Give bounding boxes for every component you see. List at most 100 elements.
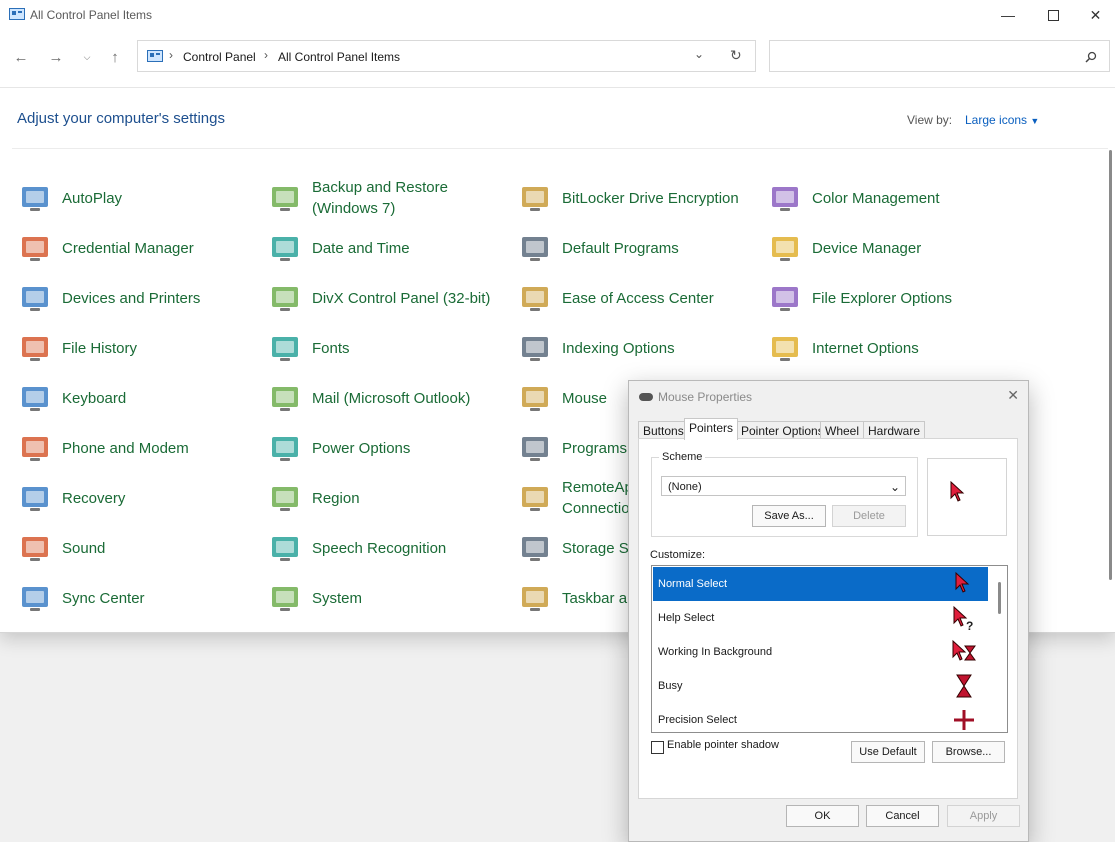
cp-item-label: Mouse bbox=[562, 389, 608, 407]
address-dropdown-icon[interactable]: ⌄ bbox=[694, 47, 704, 61]
cp-item-label: Region bbox=[312, 489, 360, 507]
cp-item-mouse[interactable]: Mouse bbox=[518, 378, 607, 418]
maximize-button[interactable] bbox=[1031, 0, 1075, 30]
cp-item-label: BitLocker Drive Encryption bbox=[562, 189, 739, 207]
cp-item-divx-control-panel-32-bit[interactable]: DivX Control Panel (32-bit) bbox=[268, 278, 490, 318]
cp-item-indexing-options[interactable]: Indexing Options bbox=[518, 328, 675, 368]
cp-item-devices-and-printers[interactable]: Devices and Printers bbox=[18, 278, 200, 318]
cp-item-fonts[interactable]: Fonts bbox=[268, 328, 350, 368]
cp-item-file-explorer-options[interactable]: File Explorer Options bbox=[768, 278, 952, 318]
arrow-left-icon: ← bbox=[13, 48, 29, 66]
list-item-help-select[interactable]: Help Select ? bbox=[653, 601, 988, 635]
list-item-precision-select[interactable]: Precision Select bbox=[653, 703, 988, 732]
enable-pointer-shadow-checkbox[interactable] bbox=[651, 741, 664, 754]
recent-locations-button[interactable]: ⌵ bbox=[77, 47, 97, 67]
browse-button[interactable]: Browse... bbox=[932, 741, 1005, 763]
cp-item-label: Backup and Restore (Windows 7) bbox=[312, 179, 448, 217]
pointer-preview bbox=[927, 458, 1007, 536]
scrollbar-thumb[interactable] bbox=[1109, 150, 1112, 580]
storage-icon bbox=[522, 537, 548, 561]
cp-item-sound[interactable]: Sound bbox=[18, 528, 105, 568]
cp-item-taskbar-ar[interactable]: Taskbar ar bbox=[518, 578, 632, 618]
forward-button[interactable]: → bbox=[46, 47, 66, 67]
dialog-close-icon[interactable]: ✕ bbox=[1007, 387, 1019, 404]
search-box[interactable] bbox=[769, 40, 1110, 72]
cp-item-programs[interactable]: Programs bbox=[518, 428, 627, 468]
cp-item-region[interactable]: Region bbox=[268, 478, 360, 518]
breadcrumb-all-items[interactable]: All Control Panel Items bbox=[278, 50, 400, 64]
arrow-cursor-icon bbox=[950, 481, 965, 502]
cp-item-label: Sync Center bbox=[62, 589, 145, 607]
scheme-label: Scheme bbox=[659, 451, 706, 463]
list-item-label: Working In Background bbox=[658, 646, 773, 658]
printer-icon bbox=[22, 287, 48, 311]
close-button[interactable]: ✕ bbox=[1076, 0, 1115, 30]
crosshair-icon bbox=[954, 710, 974, 730]
cp-item-bitlocker-drive-encryption[interactable]: BitLocker Drive Encryption bbox=[518, 178, 739, 218]
cp-item-mail-microsoft-outlook[interactable]: Mail (Microsoft Outlook) bbox=[268, 378, 470, 418]
cp-item-credential-manager[interactable]: Credential Manager bbox=[18, 228, 194, 268]
vertical-scrollbar[interactable] bbox=[1107, 150, 1115, 580]
refresh-icon[interactable]: ↻ bbox=[730, 47, 742, 64]
delete-button[interactable]: Delete bbox=[832, 505, 906, 527]
cp-item-system[interactable]: System bbox=[268, 578, 362, 618]
cp-item-storage-s[interactable]: Storage S bbox=[518, 528, 629, 568]
cp-item-sync-center[interactable]: Sync Center bbox=[18, 578, 145, 618]
ok-button[interactable]: OK bbox=[786, 805, 859, 827]
indexing-icon bbox=[522, 337, 548, 361]
apply-button[interactable]: Apply bbox=[947, 805, 1020, 827]
sync-icon bbox=[22, 587, 48, 611]
cp-item-device-manager[interactable]: Device Manager bbox=[768, 228, 921, 268]
pointer-list[interactable]: Normal Select Help Select ? Working In B… bbox=[651, 565, 1008, 733]
address-bar[interactable]: › Control Panel › All Control Panel Item… bbox=[137, 40, 756, 72]
folder-options-icon bbox=[772, 287, 798, 311]
cp-item-file-history[interactable]: File History bbox=[18, 328, 137, 368]
scheme-dropdown[interactable]: (None) ⌄ bbox=[661, 476, 906, 496]
cp-item-recovery[interactable]: Recovery bbox=[18, 478, 125, 518]
list-item-label: Precision Select bbox=[658, 714, 737, 726]
divx-icon bbox=[272, 287, 298, 311]
cp-item-default-programs[interactable]: Default Programs bbox=[518, 228, 679, 268]
autoplay-icon bbox=[22, 187, 48, 211]
remoteapp-icon bbox=[522, 487, 548, 511]
tab-pointers[interactable]: Pointers bbox=[684, 418, 739, 440]
cp-item-internet-options[interactable]: Internet Options bbox=[768, 328, 919, 368]
breadcrumb-control-panel[interactable]: Control Panel bbox=[183, 50, 256, 64]
cp-item-label: System bbox=[312, 589, 363, 607]
cp-item-color-management[interactable]: Color Management bbox=[768, 178, 940, 218]
list-item-working-in-background[interactable]: Working In Background bbox=[653, 635, 988, 669]
up-button[interactable]: ↑ bbox=[105, 47, 125, 67]
minimize-button[interactable]: — bbox=[986, 0, 1030, 30]
cp-item-phone-and-modem[interactable]: Phone and Modem bbox=[18, 428, 189, 468]
control-panel-app-icon bbox=[9, 8, 25, 20]
cp-item-backup-and-restore-windows-7[interactable]: Backup and Restore (Windows 7) bbox=[268, 178, 452, 218]
cp-item-ease-of-access-center[interactable]: Ease of Access Center bbox=[518, 278, 714, 318]
cp-item-speech-recognition[interactable]: Speech Recognition bbox=[268, 528, 446, 568]
cancel-button[interactable]: Cancel bbox=[866, 805, 939, 827]
cp-item-date-and-time[interactable]: Date and Time bbox=[268, 228, 410, 268]
cp-item-label: Keyboard bbox=[62, 389, 127, 407]
close-icon: ✕ bbox=[1089, 6, 1102, 23]
cp-item-label: Recovery bbox=[62, 489, 126, 507]
ease-of-access-icon bbox=[522, 287, 548, 311]
cp-item-label: File Explorer Options bbox=[812, 289, 953, 307]
cp-item-power-options[interactable]: Power Options bbox=[268, 428, 410, 468]
list-item-normal-select[interactable]: Normal Select bbox=[653, 567, 988, 601]
list-scrollbar-thumb[interactable] bbox=[998, 582, 1001, 614]
view-by-dropdown[interactable]: Large icons ▼ bbox=[965, 113, 1039, 127]
chevron-down-icon: ⌄ bbox=[889, 480, 900, 494]
page-heading: Adjust your computer's settings bbox=[17, 110, 225, 127]
cp-item-label: Color Management bbox=[812, 189, 940, 207]
list-item-busy[interactable]: Busy bbox=[653, 669, 988, 703]
use-default-button[interactable]: Use Default bbox=[851, 741, 925, 763]
cp-item-autoplay[interactable]: AutoPlay bbox=[18, 178, 122, 218]
power-icon bbox=[272, 437, 298, 461]
cp-item-label: Programs bbox=[562, 439, 628, 457]
mail-icon bbox=[272, 387, 298, 411]
save-as-button[interactable]: Save As... bbox=[752, 505, 826, 527]
cp-item-keyboard[interactable]: Keyboard bbox=[18, 378, 126, 418]
arrow-right-icon: → bbox=[48, 48, 64, 66]
back-button[interactable]: ← bbox=[11, 47, 31, 67]
hourglass-icon bbox=[956, 674, 972, 698]
breadcrumb-separator-icon: › bbox=[264, 48, 268, 62]
